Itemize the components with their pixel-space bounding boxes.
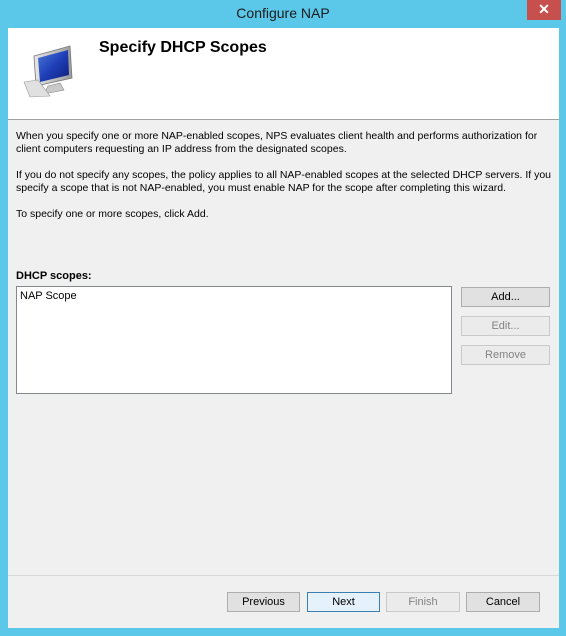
next-button[interactable]: Next: [307, 592, 380, 612]
wizard-client-area: Specify DHCP Scopes When you specify one…: [8, 28, 559, 628]
footer-divider: [8, 575, 559, 576]
finish-button[interactable]: Finish: [386, 592, 460, 612]
dhcp-scopes-label: DHCP scopes:: [16, 270, 92, 282]
list-item[interactable]: NAP Scope: [20, 290, 77, 302]
description-paragraph-2: If you do not specify any scopes, the po…: [16, 169, 552, 194]
close-icon: ✕: [538, 1, 550, 17]
window-title: Configure NAP: [236, 5, 330, 21]
close-button[interactable]: ✕: [527, 0, 561, 20]
computer-monitor-icon: [23, 45, 73, 98]
edit-button[interactable]: Edit...: [461, 316, 550, 336]
remove-button[interactable]: Remove: [461, 345, 550, 365]
configure-nap-window: Configure NAP ✕ Specify DHCP Scopes When…: [0, 0, 566, 636]
description-paragraph-3: To specify one or more scopes, click Add…: [16, 208, 209, 220]
wizard-header: Specify DHCP Scopes: [8, 28, 559, 120]
dhcp-scopes-list[interactable]: NAP Scope: [16, 286, 452, 394]
previous-button[interactable]: Previous: [227, 592, 300, 612]
description-paragraph-1: When you specify one or more NAP-enabled…: [16, 130, 538, 155]
cancel-button[interactable]: Cancel: [466, 592, 540, 612]
add-button[interactable]: Add...: [461, 287, 550, 307]
title-bar[interactable]: Configure NAP ✕: [0, 0, 566, 28]
page-title: Specify DHCP Scopes: [99, 39, 267, 56]
